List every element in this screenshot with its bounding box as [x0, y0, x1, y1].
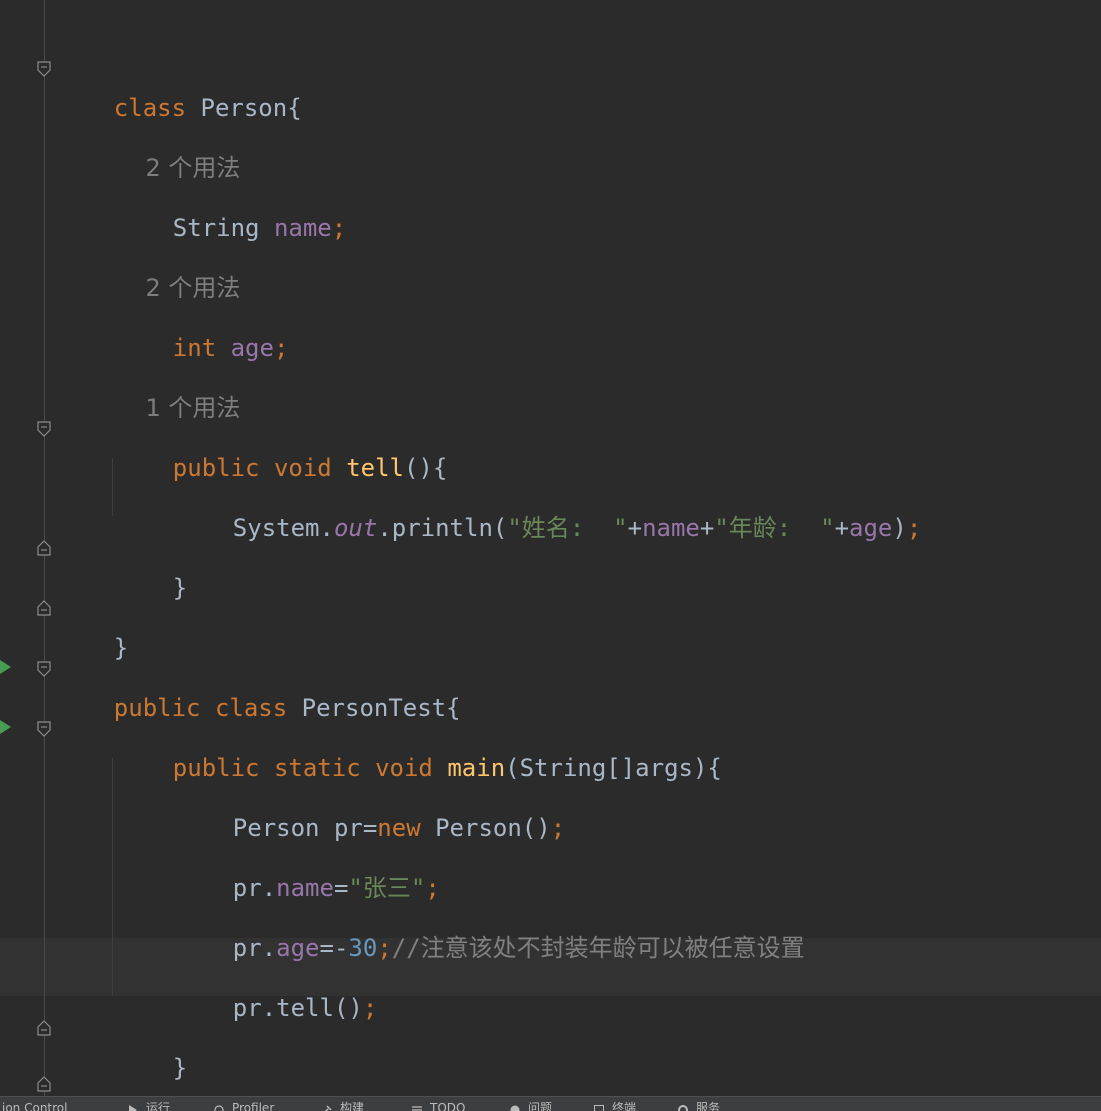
- semicolon: ;: [363, 994, 377, 1022]
- fold-icon[interactable]: [37, 540, 51, 556]
- usage-hint[interactable]: 2 个用法: [115, 228, 240, 268]
- identifier: .println(: [377, 514, 507, 542]
- code-line-9[interactable]: }: [115, 528, 187, 568]
- closing-brace: }: [173, 1054, 187, 1082]
- semicolon: ;: [907, 514, 921, 542]
- usage-hint[interactable]: 2 个用法: [115, 108, 240, 148]
- code-line-10[interactable]: }: [56, 588, 128, 628]
- fold-icon[interactable]: [37, 61, 51, 77]
- field-name: name: [642, 514, 700, 542]
- fold-icon[interactable]: [37, 600, 51, 616]
- indent-guide: [112, 758, 113, 996]
- operator: +: [700, 514, 714, 542]
- semicolon: ;: [332, 214, 346, 242]
- code-line-3[interactable]: String name;: [115, 168, 346, 208]
- code-line-12[interactable]: public static void main(String[]args){: [115, 708, 722, 748]
- punctuation: ): [892, 514, 906, 542]
- code-line-1[interactable]: class Person{: [56, 48, 302, 88]
- fold-icon[interactable]: [37, 1020, 51, 1036]
- closing-brace: }: [173, 574, 187, 602]
- semicolon: ;: [274, 334, 288, 362]
- operator: +: [628, 514, 642, 542]
- operator: +: [835, 514, 849, 542]
- string-literal: "年龄: ": [714, 514, 834, 542]
- run-gutter-icon[interactable]: [0, 659, 12, 673]
- code-line-8[interactable]: System.out.println("姓名: "+name+"年龄: "+ag…: [175, 468, 921, 508]
- semicolon: ;: [377, 934, 391, 962]
- fold-icon[interactable]: [37, 721, 51, 737]
- field-name: name: [274, 214, 332, 242]
- run-gutter-icon[interactable]: [0, 719, 12, 733]
- semicolon: ;: [551, 814, 565, 842]
- code-line-15[interactable]: pr.age=-30;//注意该处不封装年龄可以被任意设置: [175, 888, 805, 928]
- code-line-7[interactable]: public void tell(){: [115, 408, 447, 448]
- fold-icon[interactable]: [37, 421, 51, 437]
- code-line-11[interactable]: public class PersonTest{: [56, 648, 461, 688]
- field-name: age: [849, 514, 892, 542]
- code-line-5[interactable]: int age;: [115, 288, 288, 328]
- static-field: out: [334, 514, 377, 542]
- line-comment: //注意该处不封装年龄可以被任意设置: [392, 934, 805, 962]
- string-literal: "姓名: ": [507, 514, 627, 542]
- fold-icon[interactable]: [37, 661, 51, 677]
- tool-window-bar: ion Control 运行 Profiler 构建 TODO 问题 终端 服务: [0, 1096, 1101, 1111]
- code-editor[interactable]: class Person{ 2 个用法 String name; 2 个用法 i…: [0, 0, 1101, 1096]
- code-line-13[interactable]: Person pr=new Person();: [175, 768, 565, 808]
- identifier: Person(): [421, 814, 551, 842]
- identifier: pr.tell(): [233, 994, 363, 1022]
- indent-guide: [112, 458, 113, 516]
- fold-icon[interactable]: [37, 1076, 51, 1092]
- code-line-16[interactable]: pr.tell();: [175, 948, 377, 988]
- code-line-18[interactable]: }: [56, 1068, 128, 1096]
- identifier: System.: [233, 514, 334, 542]
- code-line-14[interactable]: pr.name="张三";: [175, 828, 440, 868]
- usage-hint[interactable]: 1 个用法: [115, 348, 240, 388]
- code-line-17[interactable]: }: [115, 1008, 187, 1048]
